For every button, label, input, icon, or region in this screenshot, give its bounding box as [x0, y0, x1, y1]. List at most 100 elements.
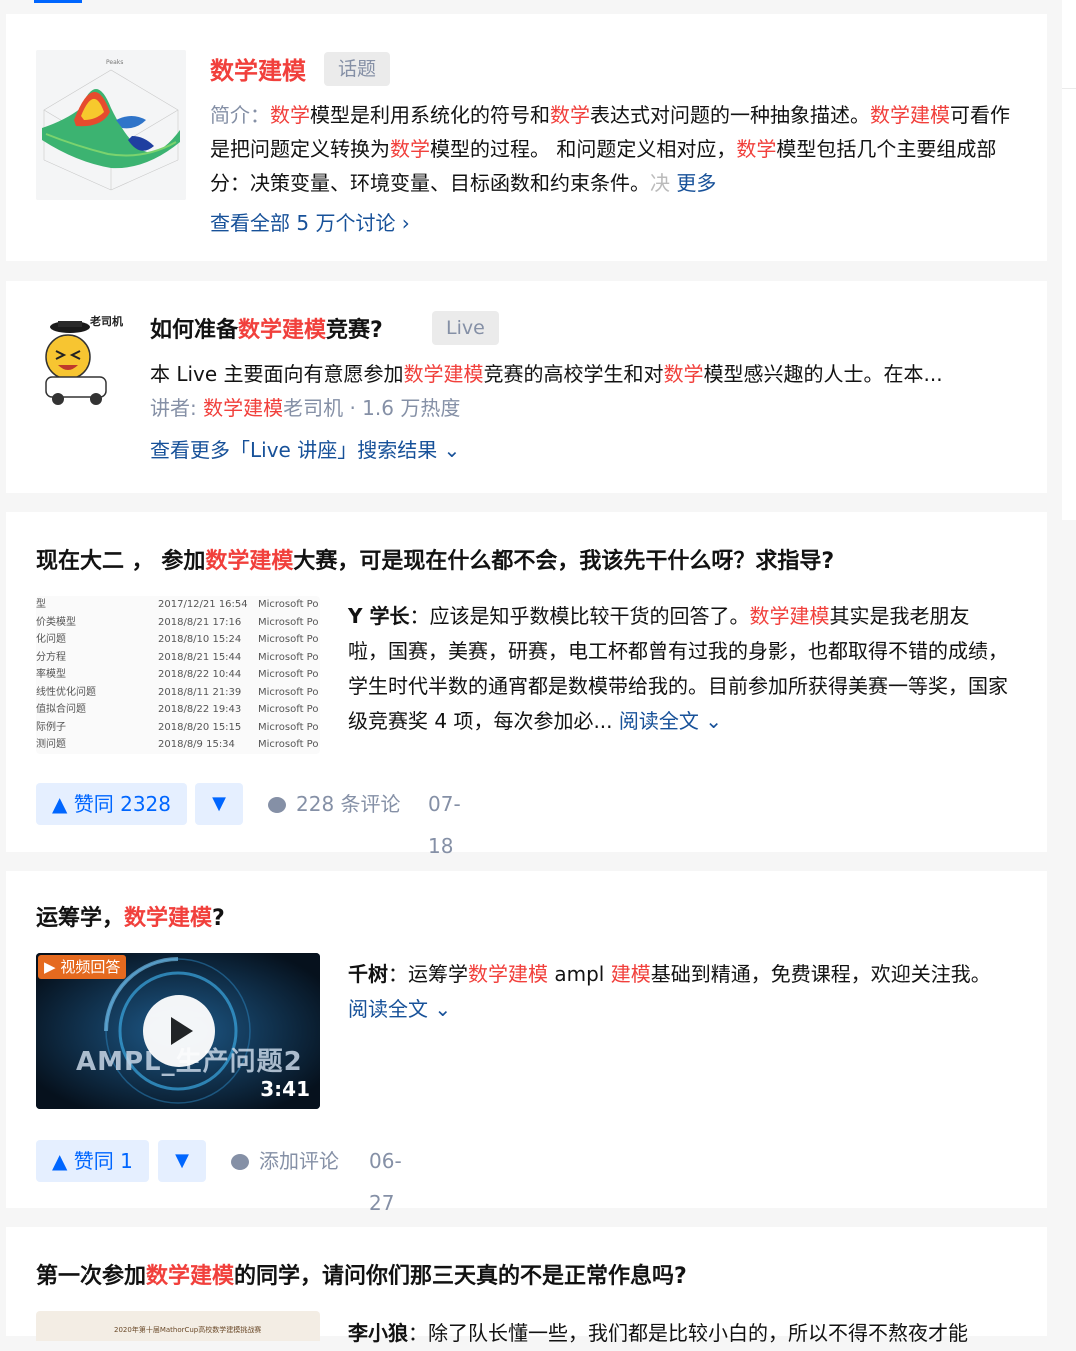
file-cell: Microsoft Po: [258, 616, 319, 628]
highlight-text: 数学建模: [146, 1264, 235, 1289]
text-segment: 现在大二 ， 参加: [36, 549, 206, 574]
answer-card: 第一次参加数学建模的同学，请问你们那三天真的不是正常作息吗? 2020年第十届M…: [6, 1227, 1047, 1345]
text-segment: 基础到精通，免费课程，欢迎关注我。: [650, 962, 991, 986]
answer-text: ：除了队长懂一些，我们都是比较小白的，所以不得不熬夜才能: [408, 1321, 968, 1345]
question-title[interactable]: 现在大二 ， 参加数学建模大赛，可是现在什么都不会，我该先干什么呀？求指导?: [36, 545, 834, 579]
answer-thumbnail[interactable]: 2020年第十届MathorCup高校数学建模挑战赛: [36, 1311, 320, 1341]
topic-card: Peaks 数学建模 话题 简介：数学模型是利用系统化的符号和数学表达式对问题的…: [6, 14, 1047, 261]
text-segment: 第一次参加: [36, 1264, 147, 1289]
comment-icon: [268, 797, 286, 813]
topic-image[interactable]: Peaks: [36, 50, 186, 200]
file-cell: 率模型: [36, 669, 66, 680]
file-cell: 2017/12/21 16:54: [158, 599, 248, 610]
highlight-text: 数学: [550, 103, 590, 127]
file-cell: 2018/8/22 10:44: [158, 669, 242, 680]
file-row: 际例子 2018/8/20 15:15 Microsoft Po: [36, 719, 320, 737]
answer-author[interactable]: 李小狼: [348, 1321, 408, 1345]
comment-button[interactable]: 添加评论: [231, 1140, 339, 1182]
topic-more-link[interactable]: 更多: [676, 171, 716, 195]
answer-excerpt[interactable]: Y 学长：应该是知乎数模比较干货的回答了。数学建模其实是我老朋友啦，国赛，美赛，…: [348, 599, 1008, 739]
answer-date: 07-18: [428, 792, 461, 858]
answer-author[interactable]: Y 学长: [348, 604, 409, 628]
text-segment: 的同学，请问你们那三天真的不是正常作息吗?: [234, 1264, 687, 1289]
text-segment: 如何准备: [150, 318, 239, 343]
text-segment: 竞赛的高校学生和对: [483, 362, 664, 386]
text-segment: ：运筹学: [388, 962, 468, 986]
read-more-link[interactable]: 阅读全文 ⌄: [348, 997, 451, 1021]
text-segment: 老司机 · 1.6 万热度: [283, 396, 461, 420]
topic-description: 简介：数学模型是利用系统化的符号和数学表达式对问题的一种抽象描述。数学建模可看作…: [210, 98, 1022, 200]
live-meta: 讲者: 数学建模老司机 · 1.6 万热度: [150, 393, 460, 423]
video-duration: 3:41: [260, 1077, 310, 1101]
text-segment: 本 Live 主要面向有意愿参加: [150, 362, 404, 386]
answer-card: 运筹学，数学建模? AMPL_生产问题2 ▶ 视频回答 3:41: [6, 871, 1047, 1215]
answer-author[interactable]: 千树: [348, 962, 388, 986]
topic-title[interactable]: 数学建模: [210, 54, 306, 88]
question-title[interactable]: 运筹学，数学建模?: [36, 902, 225, 936]
file-cell: Microsoft Po: [258, 686, 319, 698]
read-more-link[interactable]: 阅读全文 ⌄: [619, 709, 722, 733]
faded-text: 决: [650, 171, 670, 195]
highlight-text: 数学建模: [205, 549, 294, 574]
text-segment: ?: [212, 906, 225, 931]
file-cell: Microsoft Po: [258, 704, 319, 715]
right-sidebar-edge: [1062, 0, 1076, 520]
file-cell: 2018/8/10 15:24: [158, 634, 242, 645]
highlight-text: 建模: [610, 962, 651, 986]
file-row: 测问题 2018/8/9 15:34 Microsoft Po: [36, 736, 320, 754]
highlight-text: 数学建模: [468, 962, 548, 986]
live-tag: Live: [432, 311, 499, 345]
file-cell: 型: [36, 599, 46, 610]
highlight-text: 数学建模: [403, 362, 484, 386]
highlight-text: 数学建模: [870, 103, 950, 127]
file-cell: 测问题: [36, 739, 66, 750]
file-row: 值拟合问题 2018/8/22 19:43 Microsoft Po: [36, 701, 320, 719]
file-cell: 化问题: [36, 634, 66, 645]
highlight-text: 数学建模: [124, 906, 213, 931]
text-segment: 模型感兴趣的人士。在本...: [703, 362, 943, 386]
downvote-button[interactable]: ▼: [195, 783, 243, 825]
text-segment: 表达式对问题的一种抽象描述。: [590, 103, 870, 127]
text-segment: 模型的过程。 和问题定义相对应，: [430, 137, 737, 161]
highlight-text: 数学: [270, 103, 310, 127]
video-thumbnail[interactable]: AMPL_生产问题2 ▶ 视频回答 3:41: [36, 953, 320, 1109]
live-card: 老司机 如何准备数学建模竞赛? Live 本 Live 主要面向有意愿参加数学建…: [6, 281, 1047, 493]
text-segment: 竞赛?: [326, 318, 383, 343]
answer-excerpt[interactable]: 李小狼：除了队长懂一些，我们都是比较小白的，所以不得不熬夜才能: [348, 1316, 1008, 1351]
question-title[interactable]: 第一次参加数学建模的同学，请问你们那三天真的不是正常作息吗?: [36, 1260, 687, 1294]
intro-label: 简介：: [210, 103, 270, 127]
answer-excerpt[interactable]: 千树：运筹学数学建模 ampl 建模基础到精通，免费课程，欢迎关注我。 阅读全文…: [348, 957, 1008, 1027]
comment-button[interactable]: 228 条评论: [268, 783, 401, 825]
topic-tag: 话题: [324, 52, 391, 86]
file-cell: 2018/8/11 21:39: [158, 686, 242, 698]
comment-label: 228 条评论: [296, 792, 401, 816]
live-avatar[interactable]: 老司机: [36, 311, 132, 407]
file-cell: 线性优化问题: [36, 686, 96, 698]
upvote-button[interactable]: ▲ 赞同 2328: [36, 783, 187, 825]
text-segment: ：应该是知乎数模比较干货的回答了。: [409, 604, 750, 628]
text-segment: ：除了队长懂一些，我们都是比较小白的，所以不得不熬夜才能: [408, 1321, 968, 1345]
file-cell: 价类模型: [36, 616, 76, 628]
highlight-text: 数学建模: [203, 396, 284, 420]
answer-text: ：运筹学数学建模 ampl 建模基础到精通，免费课程，欢迎关注我。: [388, 962, 991, 986]
live-more-link[interactable]: 查看更多「Live 讲座」搜索结果 ⌄: [150, 435, 460, 465]
topic-description-text: 数学模型是利用系统化的符号和数学表达式对问题的一种抽象描述。数学建模可看作是把问…: [210, 103, 1010, 195]
highlight-text: 数学建模: [749, 604, 830, 628]
upvote-button[interactable]: ▲ 赞同 1: [36, 1140, 149, 1182]
answer-thumbnail[interactable]: 型 2017/12/21 16:54 Microsoft Po 价类模型 2018/8/…: [36, 596, 320, 754]
file-cell: Microsoft Po: [258, 599, 319, 610]
comment-icon: [231, 1154, 249, 1170]
file-cell: 2018/8/9 15:34: [158, 739, 235, 750]
downvote-button[interactable]: ▼: [158, 1140, 206, 1182]
video-badge-label: 视频回答: [60, 958, 121, 976]
file-cell: Microsoft Po: [258, 634, 319, 645]
file-row: 型 2017/12/21 16:54 Microsoft Po: [36, 596, 320, 614]
play-button[interactable]: [143, 995, 215, 1067]
file-cell: 值拟合问题: [36, 704, 86, 715]
view-all-discussions-link[interactable]: 查看全部 5 万个讨论 ›: [210, 208, 410, 238]
file-cell: 2018/8/22 19:43: [158, 704, 242, 715]
certificate-image: 2020年第十届MathorCup高校数学建模挑战赛: [36, 1311, 320, 1341]
file-row: 线性优化问题 2018/8/11 21:39 Microsoft Po: [36, 684, 320, 702]
live-title[interactable]: 如何准备数学建模竞赛?: [150, 314, 383, 348]
comment-label: 添加评论: [259, 1149, 339, 1173]
